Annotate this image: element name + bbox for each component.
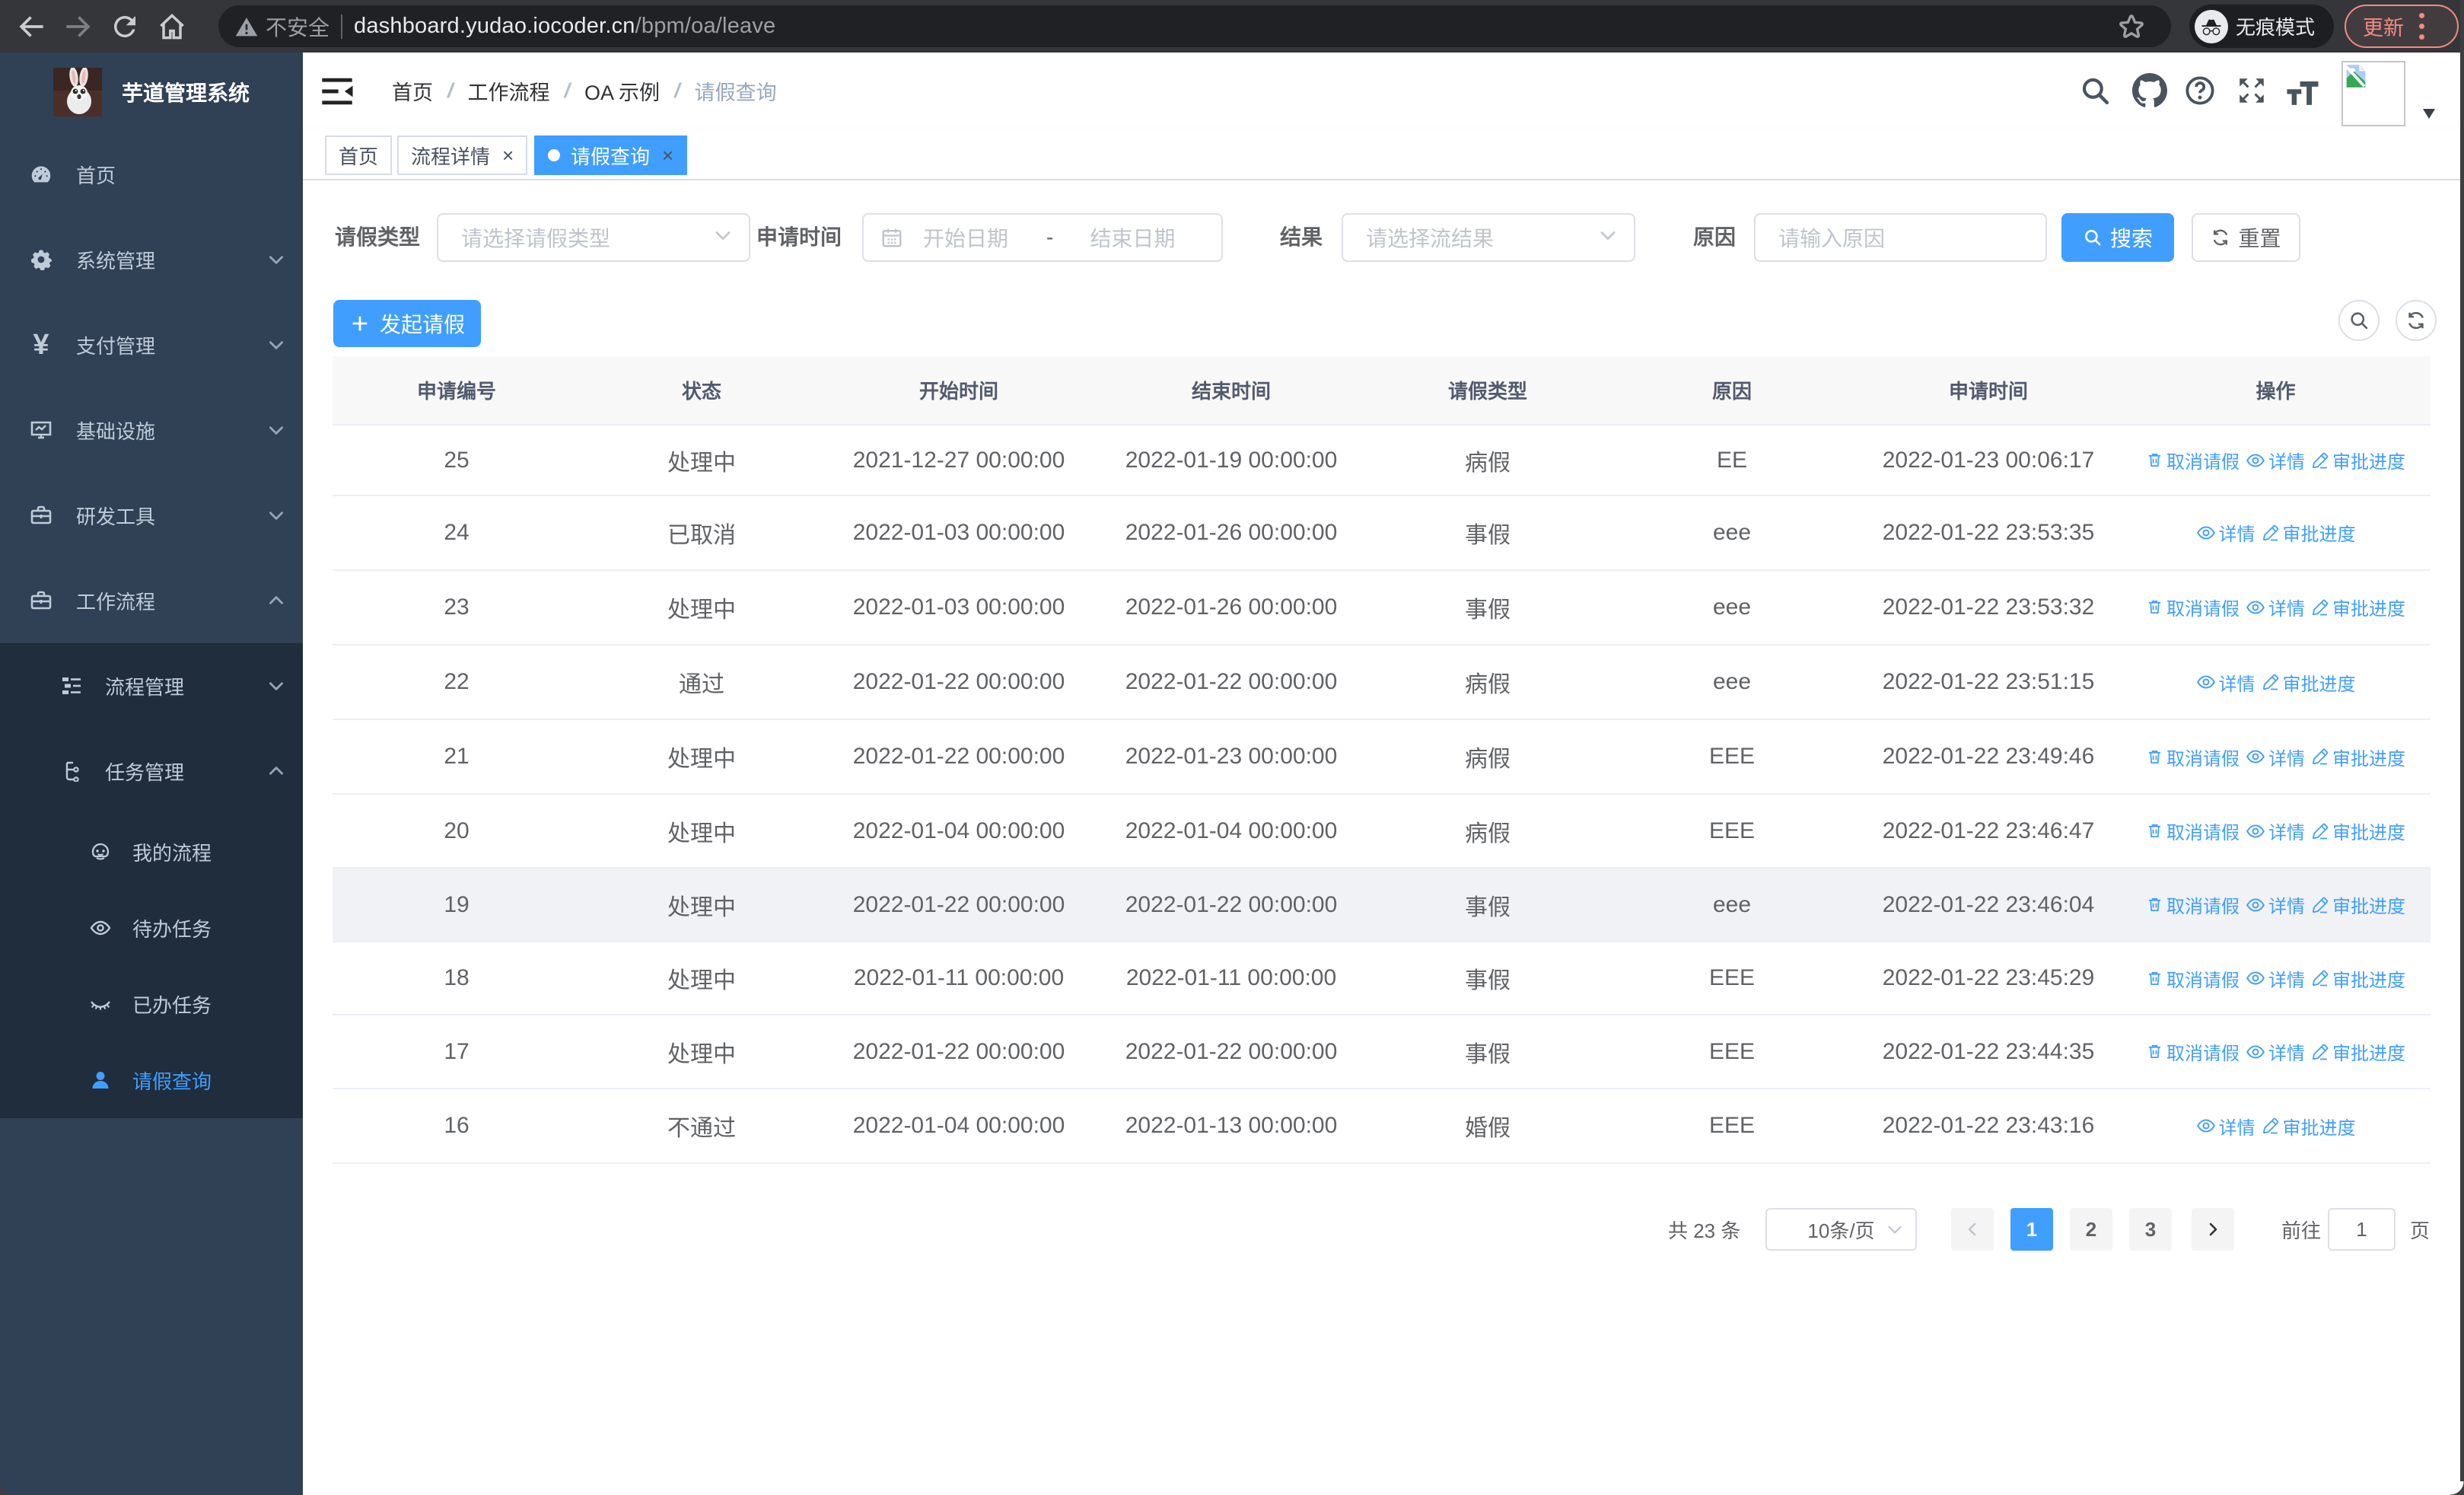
- svg-text:¥: ¥: [33, 329, 49, 361]
